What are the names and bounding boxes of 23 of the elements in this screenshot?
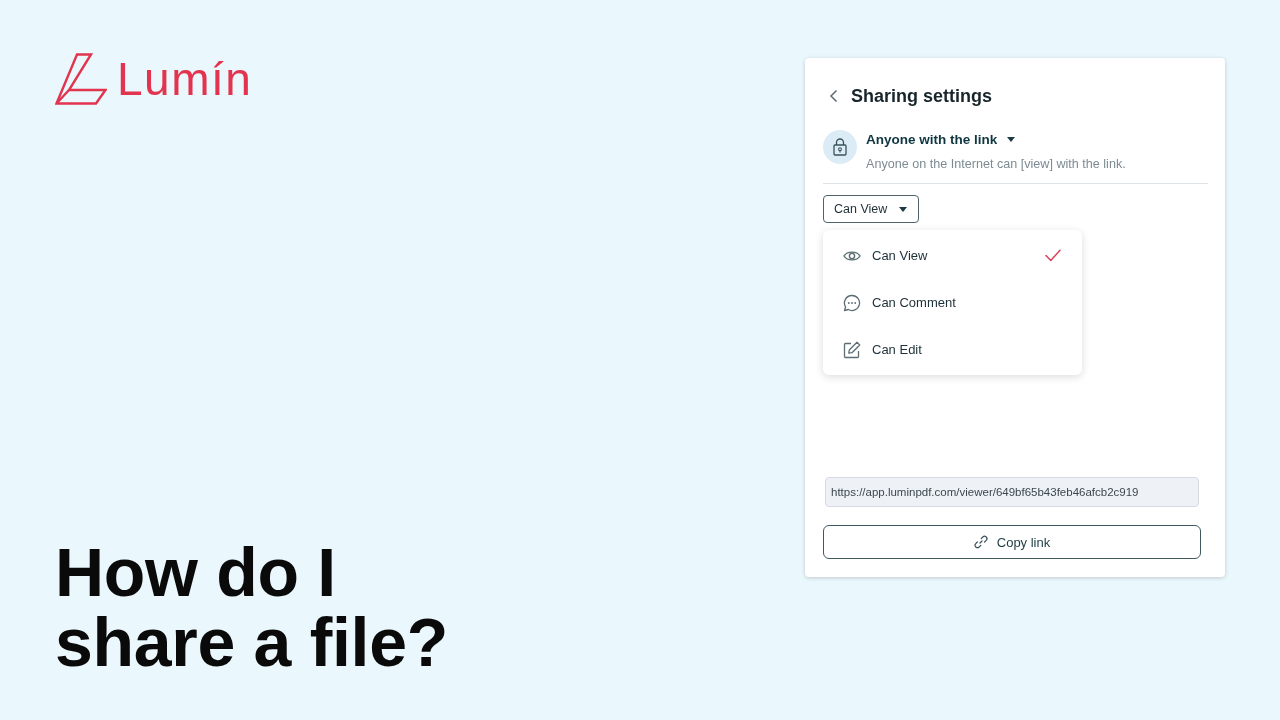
logo-icon: [55, 53, 107, 105]
menu-item-label: Can Edit: [872, 342, 922, 357]
check-icon: [1045, 249, 1061, 262]
copy-link-button[interactable]: Copy link: [823, 525, 1201, 559]
menu-item[interactable]: Can Comment: [823, 279, 1082, 326]
permission-dropdown[interactable]: Can View: [823, 195, 920, 223]
caret-icon: [899, 206, 908, 212]
link-icon: [973, 535, 988, 549]
menu-item[interactable]: Can View: [823, 232, 1082, 279]
access-description: Anyone on the Internet can [view] with the link.: [866, 157, 1126, 171]
headline: How do I share a file?: [55, 537, 449, 677]
menu-item-label: Can Comment: [872, 295, 956, 310]
back-chevron-icon[interactable]: [829, 89, 839, 103]
access-dropdown[interactable]: Anyone with the link: [866, 131, 1016, 147]
logo-text: Lumín: [117, 56, 253, 102]
link-field[interactable]: https://app.luminpdf.com/viewer/649bf65b43feb46afcb2c919: [825, 477, 1199, 507]
lock-icon: [823, 130, 857, 164]
panel-title: Sharing settings: [851, 85, 993, 107]
pencil-square-icon: [843, 340, 861, 359]
menu-item-label: Can View: [872, 248, 928, 263]
caret-icon: [1007, 136, 1016, 142]
menu-item[interactable]: Can Edit: [823, 326, 1082, 373]
speech-bubble-icon: [843, 293, 861, 312]
